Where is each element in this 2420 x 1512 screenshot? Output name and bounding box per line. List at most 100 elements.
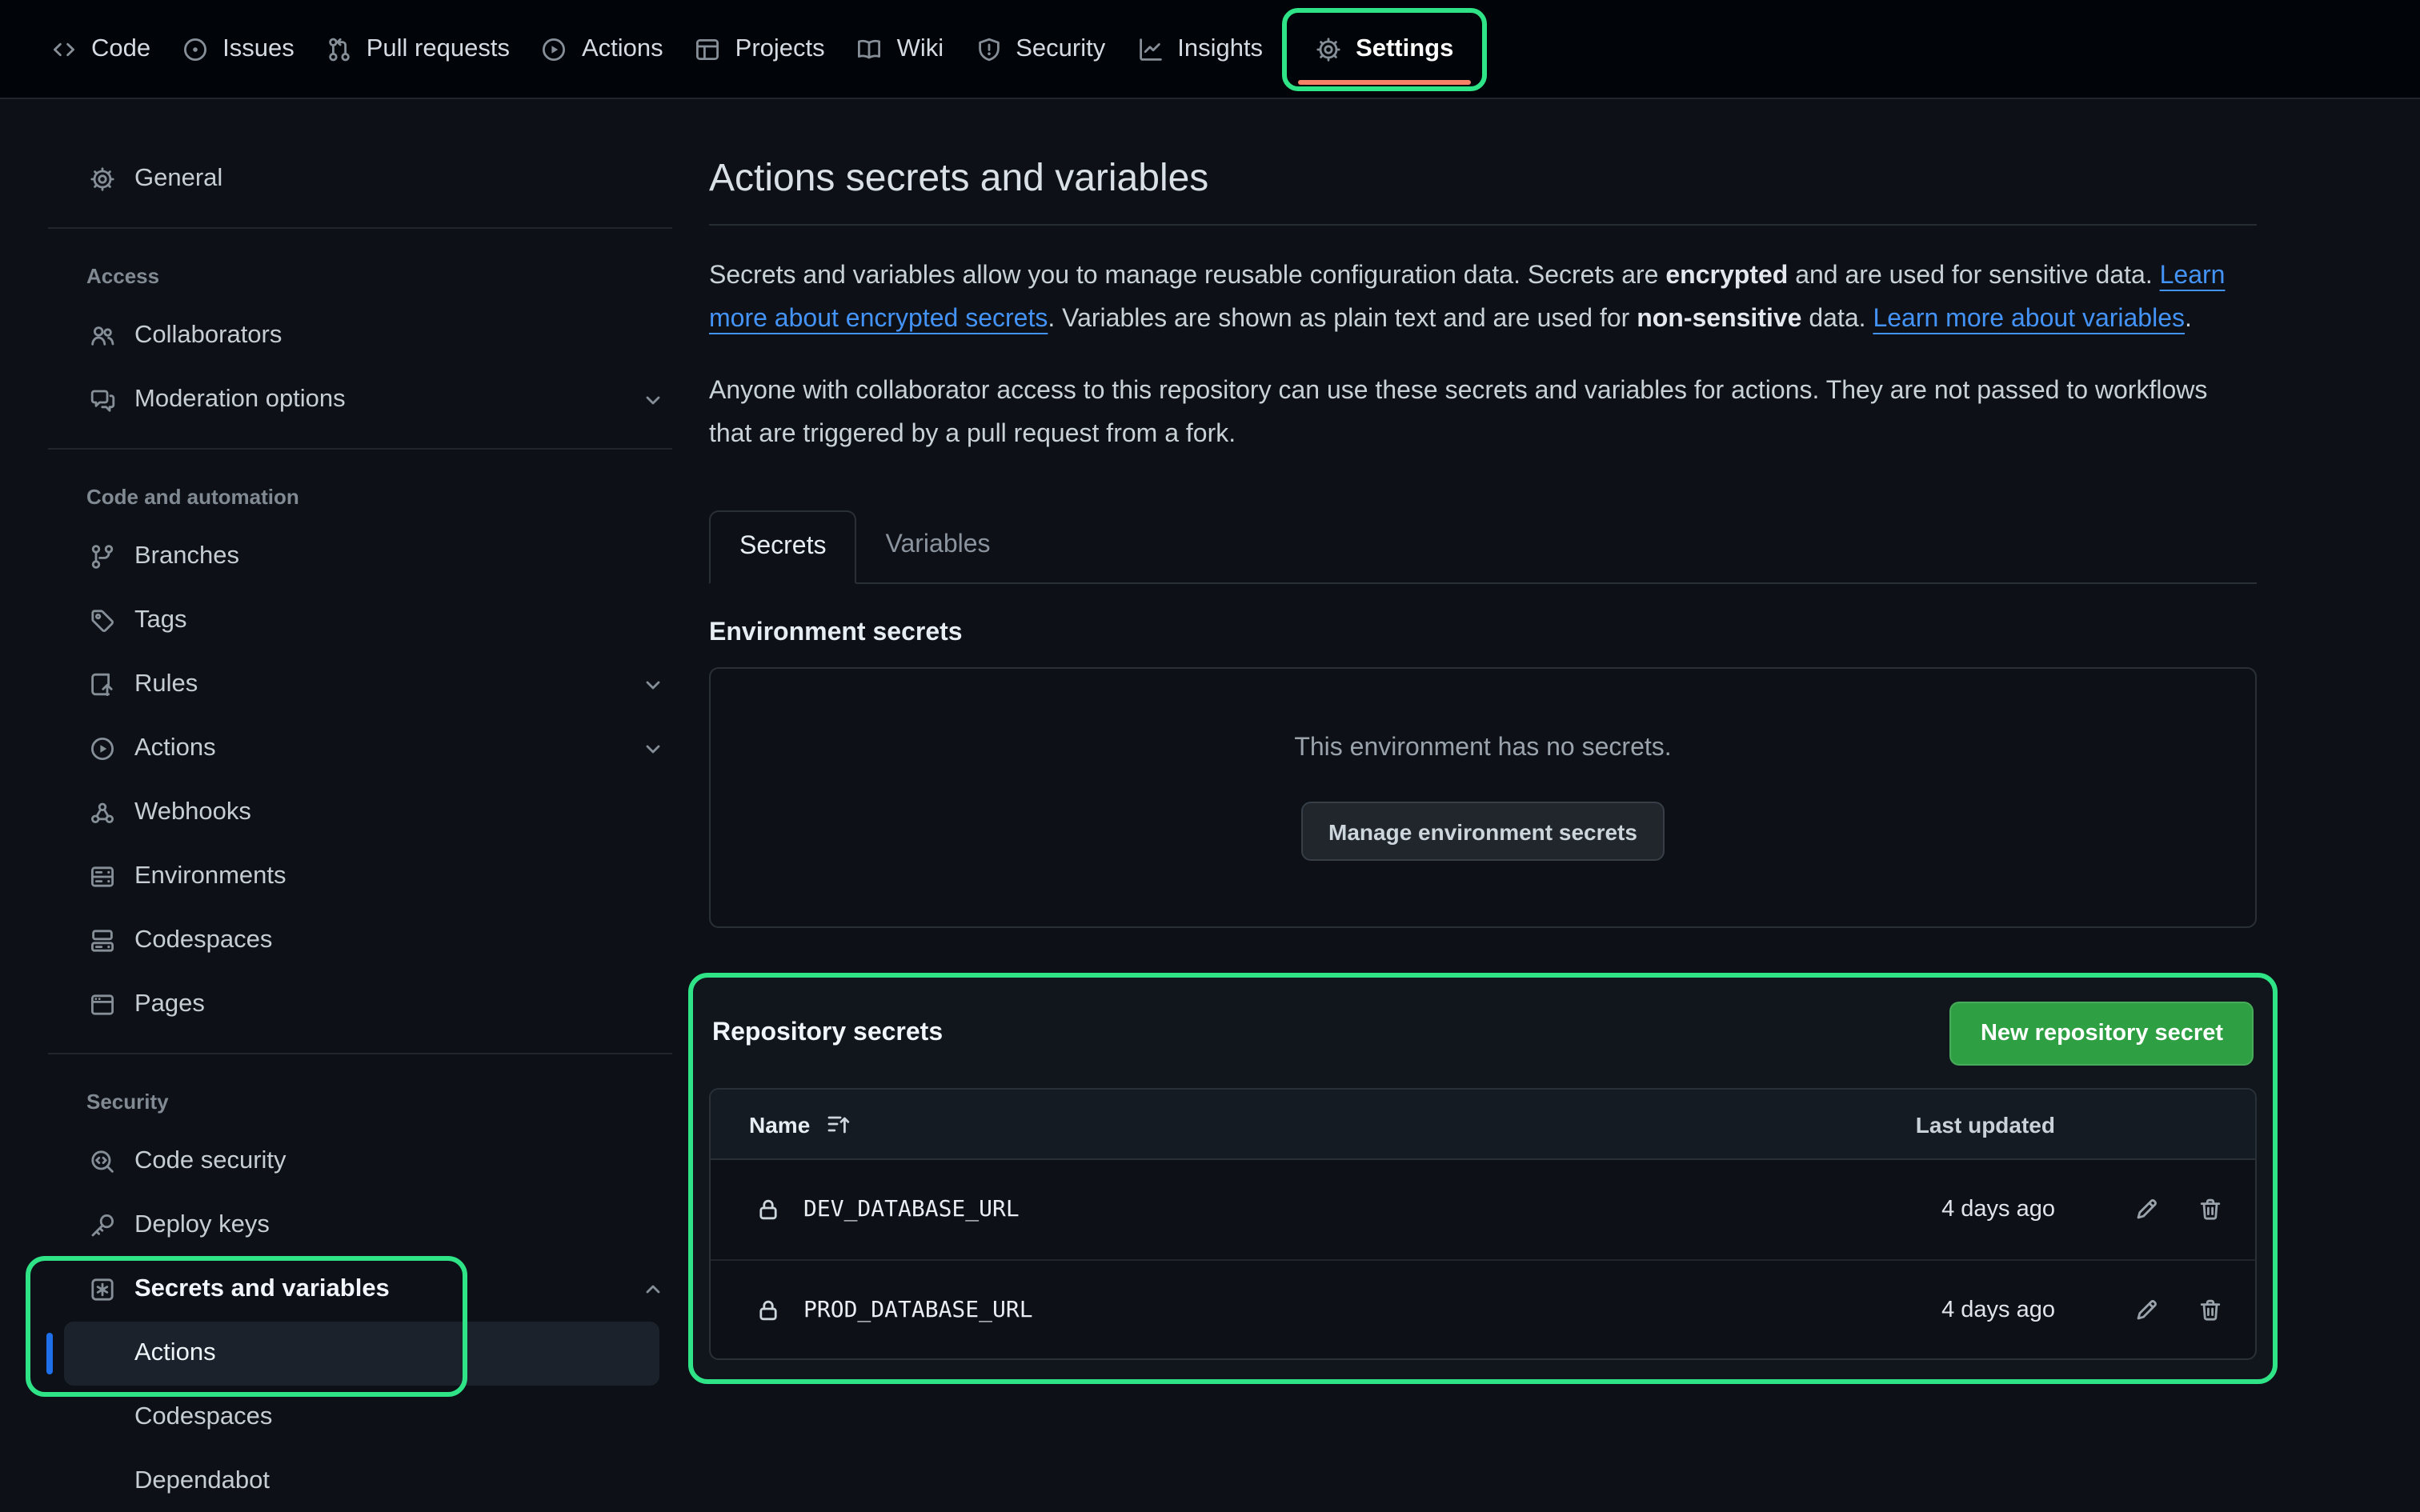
tab-settings-active[interactable]: Settings (1300, 17, 1469, 81)
delete-secret-button[interactable] (2198, 1297, 2223, 1322)
sidebar-subitem-codespaces[interactable]: Codespaces (48, 1386, 679, 1450)
secret-row-prod-database-url: PROD_DATABASE_URL 4 days ago (711, 1259, 2255, 1358)
sidebar-item-codespaces[interactable]: Codespaces (48, 909, 679, 973)
play-circle-icon (542, 36, 567, 62)
tab-label: Settings (1356, 34, 1453, 63)
lock-icon (755, 1197, 781, 1222)
repository-secrets-heading: Repository secrets (712, 1019, 943, 1048)
issue-opened-icon (182, 36, 208, 62)
tab-label: Security (1016, 34, 1105, 63)
project-table-icon (695, 36, 721, 62)
code-icon (51, 36, 77, 62)
sidebar-item-secrets-and-variables[interactable]: Secrets and variables (48, 1258, 679, 1322)
trash-icon (2198, 1297, 2223, 1322)
tab-variables[interactable]: Variables (857, 510, 1020, 584)
sidebar-item-webhooks[interactable]: Webhooks (48, 781, 679, 845)
sidebar-item-environments[interactable]: Environments (48, 845, 679, 909)
sidebar-section-access: Access (48, 245, 679, 304)
active-tab-underline (1298, 79, 1471, 84)
sidebar-item-label: Moderation options (134, 386, 346, 414)
tab-label: Pull requests (367, 34, 510, 63)
sidebar-item-label: General (134, 165, 222, 194)
tab-security[interactable]: Security (960, 17, 1121, 81)
settings-layout: General Access Collaborators Moderation … (0, 99, 2420, 1512)
new-repository-secret-button[interactable]: New repository secret (1950, 1002, 2254, 1066)
edit-secret-button[interactable] (2134, 1197, 2159, 1222)
sidebar-item-label: Codespaces (134, 1403, 272, 1432)
sidebar-item-actions[interactable]: Actions (48, 717, 679, 781)
tab-pull-requests[interactable]: Pull requests (311, 17, 526, 81)
sidebar-item-label: Branches (134, 542, 239, 571)
page-title: Actions secrets and variables (709, 157, 2257, 202)
secret-row-dev-database-url: DEV_DATABASE_URL 4 days ago (711, 1160, 2255, 1259)
sidebar-divider (48, 1053, 672, 1054)
webhook-icon (90, 800, 115, 826)
play-circle-icon (90, 736, 115, 762)
gear-icon (90, 166, 115, 192)
sidebar-item-label: Collaborators (134, 322, 282, 350)
delete-secret-button[interactable] (2198, 1197, 2223, 1222)
column-header-last-updated: Last updated (1815, 1111, 2055, 1137)
tab-label: Issues (222, 34, 294, 63)
sidebar-item-branches[interactable]: Branches (48, 525, 679, 589)
tab-code[interactable]: Code (35, 17, 166, 81)
sidebar-subitem-dependabot[interactable]: Dependabot (48, 1450, 679, 1512)
repository-secrets-annotation-box: Repository secrets New repository secret… (688, 973, 2278, 1384)
learn-more-link[interactable]: Learn more about variables (1873, 306, 2185, 333)
tab-actions[interactable]: Actions (526, 17, 679, 81)
repository-secrets-table: Name Last updated DEV_DATABASE_URL 4 day… (709, 1088, 2257, 1360)
sidebar-item-label: Environments (134, 862, 286, 891)
name-column-label: Name (749, 1111, 810, 1137)
sidebar-item-pages[interactable]: Pages (48, 973, 679, 1037)
rules-icon (90, 672, 115, 698)
tab-issues[interactable]: Issues (166, 17, 311, 81)
secret-name-cell: PROD_DATABASE_URL (711, 1297, 1815, 1322)
tag-icon (90, 608, 115, 634)
sidebar-item-label: Webhooks (134, 798, 251, 827)
sidebar-item-collaborators[interactable]: Collaborators (48, 304, 679, 368)
tab-label: Wiki (897, 34, 944, 63)
secret-updated: 4 days ago (1815, 1297, 2055, 1322)
sidebar-item-code-security[interactable]: Code security (48, 1130, 679, 1194)
graph-icon (1137, 36, 1163, 62)
edit-secret-button[interactable] (2134, 1297, 2159, 1322)
tab-label: Code (91, 34, 150, 63)
sidebar-item-label: Rules (134, 670, 198, 699)
column-header-name: Name (711, 1111, 1815, 1137)
sort-ascending-icon[interactable] (826, 1111, 851, 1137)
secret-name: PROD_DATABASE_URL (803, 1297, 1033, 1322)
server-icon (90, 864, 115, 890)
manage-environment-secrets-button[interactable]: Manage environment secrets (1301, 802, 1665, 861)
sidebar-item-tags[interactable]: Tags (48, 589, 679, 653)
sidebar-item-label: Tags (134, 606, 187, 635)
key-icon (90, 1213, 115, 1238)
tab-projects[interactable]: Projects (679, 17, 841, 81)
tab-label: Insights (1177, 34, 1263, 63)
secret-name: DEV_DATABASE_URL (803, 1197, 1020, 1222)
sidebar-item-label: Actions (134, 734, 216, 763)
sidebar-item-label: Deploy keys (134, 1211, 270, 1240)
secret-name-cell: DEV_DATABASE_URL (711, 1197, 1815, 1222)
tab-secrets[interactable]: Secrets (709, 510, 857, 584)
tab-label: Projects (735, 34, 825, 63)
tab-insights[interactable]: Insights (1121, 17, 1279, 81)
sidebar-item-moderation-options[interactable]: Moderation options (48, 368, 679, 432)
sidebar-item-label: Codespaces (134, 926, 272, 955)
gear-icon (1316, 36, 1341, 62)
sidebar-item-deploy-keys[interactable]: Deploy keys (48, 1194, 679, 1258)
secrets-variables-tabnav: Secrets Variables (709, 510, 2257, 584)
shield-icon (976, 36, 1001, 62)
settings-main-content: Actions secrets and variables Secrets an… (709, 99, 2257, 1384)
code-scan-icon (90, 1149, 115, 1174)
codespaces-icon (90, 928, 115, 954)
sidebar-item-general[interactable]: General (48, 147, 679, 211)
sidebar-section-security: Security (48, 1070, 679, 1130)
chevron-down-icon (640, 736, 666, 762)
sidebar-item-rules[interactable]: Rules (48, 653, 679, 717)
sidebar-item-label: Pages (134, 990, 205, 1019)
tab-wiki[interactable]: Wiki (841, 17, 960, 81)
fork-note-text: Anyone with collaborator access to this … (709, 370, 2257, 456)
sidebar-subitem-actions-selected[interactable]: Actions (64, 1322, 659, 1386)
secret-row-actions (2055, 1297, 2255, 1322)
chevron-up-icon (640, 1277, 666, 1302)
